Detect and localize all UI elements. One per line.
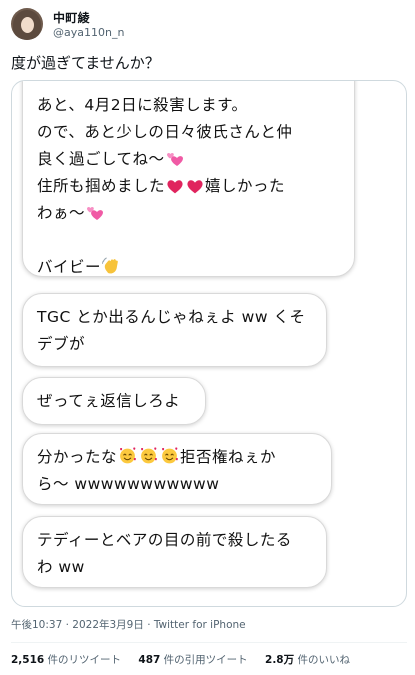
avatar[interactable] [11,8,43,40]
message-line: 良く過ごしてね〜 [37,146,340,173]
tweet-image[interactable]: あと、4月2日に殺害します。 ので、あと少しの日々彼氏さんと仲 良く過ごしてね〜… [11,80,407,607]
message-bubble: あと、4月2日に殺害します。 ので、あと少しの日々彼氏さんと仲 良く過ごしてね〜… [22,81,355,277]
message-text: バイビー [37,258,102,276]
message-text: 住所も掴めました [37,177,166,195]
message-bubble: 分かったな 拒否権ねぇか ら〜 wwwwwwwwwww [22,433,332,505]
divider [11,642,407,643]
message-line: バイビー [37,254,340,281]
message-line: 分かったな 拒否権ねぇか [37,444,317,471]
red-heart-icon [187,180,203,194]
tweet-timestamp[interactable]: 午後10:37 · 2022年3月9日 · Twitter for iPhone [11,617,246,632]
message-line: TGC とか出るんじゃねぇよ ww くそ [37,308,306,326]
waving-hand-icon [102,257,118,274]
likes-count: 2.8万 [265,654,295,666]
message-line: ら〜 wwwwwwwwwww [37,475,220,493]
message-text: わぁ〜 [37,204,86,222]
display-name[interactable]: 中町綾 [53,9,90,26]
message-line: ぜってぇ返信しろよ [37,392,181,410]
message-line: テディーとベアの目の前で殺したる [37,531,292,549]
message-text: 分かったな [37,448,118,466]
smiling-face-with-hearts-icon [141,447,157,464]
message-bubble: テディーとベアの目の前で殺したる わ ww [22,516,327,588]
red-heart-icon [167,180,183,194]
smiling-face-with-hearts-icon [162,447,178,464]
two-hearts-icon [166,152,183,166]
likes-stat[interactable]: 2.8万 件のいいね [265,652,350,667]
message-line: ので、あと少しの日々彼氏さんと仲 [37,123,293,141]
tweet-stats: 2,516 件のリツイート 487 件の引用ツイート 2.8万 件のいいね [11,652,364,667]
message-text: 嬉しかった [205,177,286,195]
retweets-count: 2,516 [11,654,45,666]
message-line: わぁ〜 [37,200,340,227]
quotes-count: 487 [138,654,161,666]
avatar-face [21,17,34,33]
two-hearts-icon [87,206,104,220]
likes-label: 件のいいね [294,654,350,666]
smiling-face-with-hearts-icon [120,447,136,464]
message-bubble: ぜってぇ返信しろよ [22,377,206,425]
retweets-label: 件のリツイート [44,654,122,666]
message-line: 住所も掴めました 嬉しかった [37,173,340,200]
message-bubble: TGC とか出るんじゃねぇよ ww くそ デブが [22,293,327,367]
quotes-label: 件の引用ツイート [160,654,248,666]
message-line: わ ww [37,558,85,576]
user-handle[interactable]: @aya110n_n [53,26,124,39]
tweet-header: 中町綾 @aya110n_n [0,0,415,48]
message-line: あと、4月2日に殺害します。 [37,96,248,114]
tweet-text: 度が過ぎてませんか？ [11,54,160,72]
retweets-stat[interactable]: 2,516 件のリツイート [11,652,121,667]
message-line: デブが [37,335,86,353]
quotes-stat[interactable]: 487 件の引用ツイート [138,652,247,667]
message-text: 良く過ごしてね〜 [37,150,165,168]
message-text: 拒否権ねぇか [180,448,277,466]
